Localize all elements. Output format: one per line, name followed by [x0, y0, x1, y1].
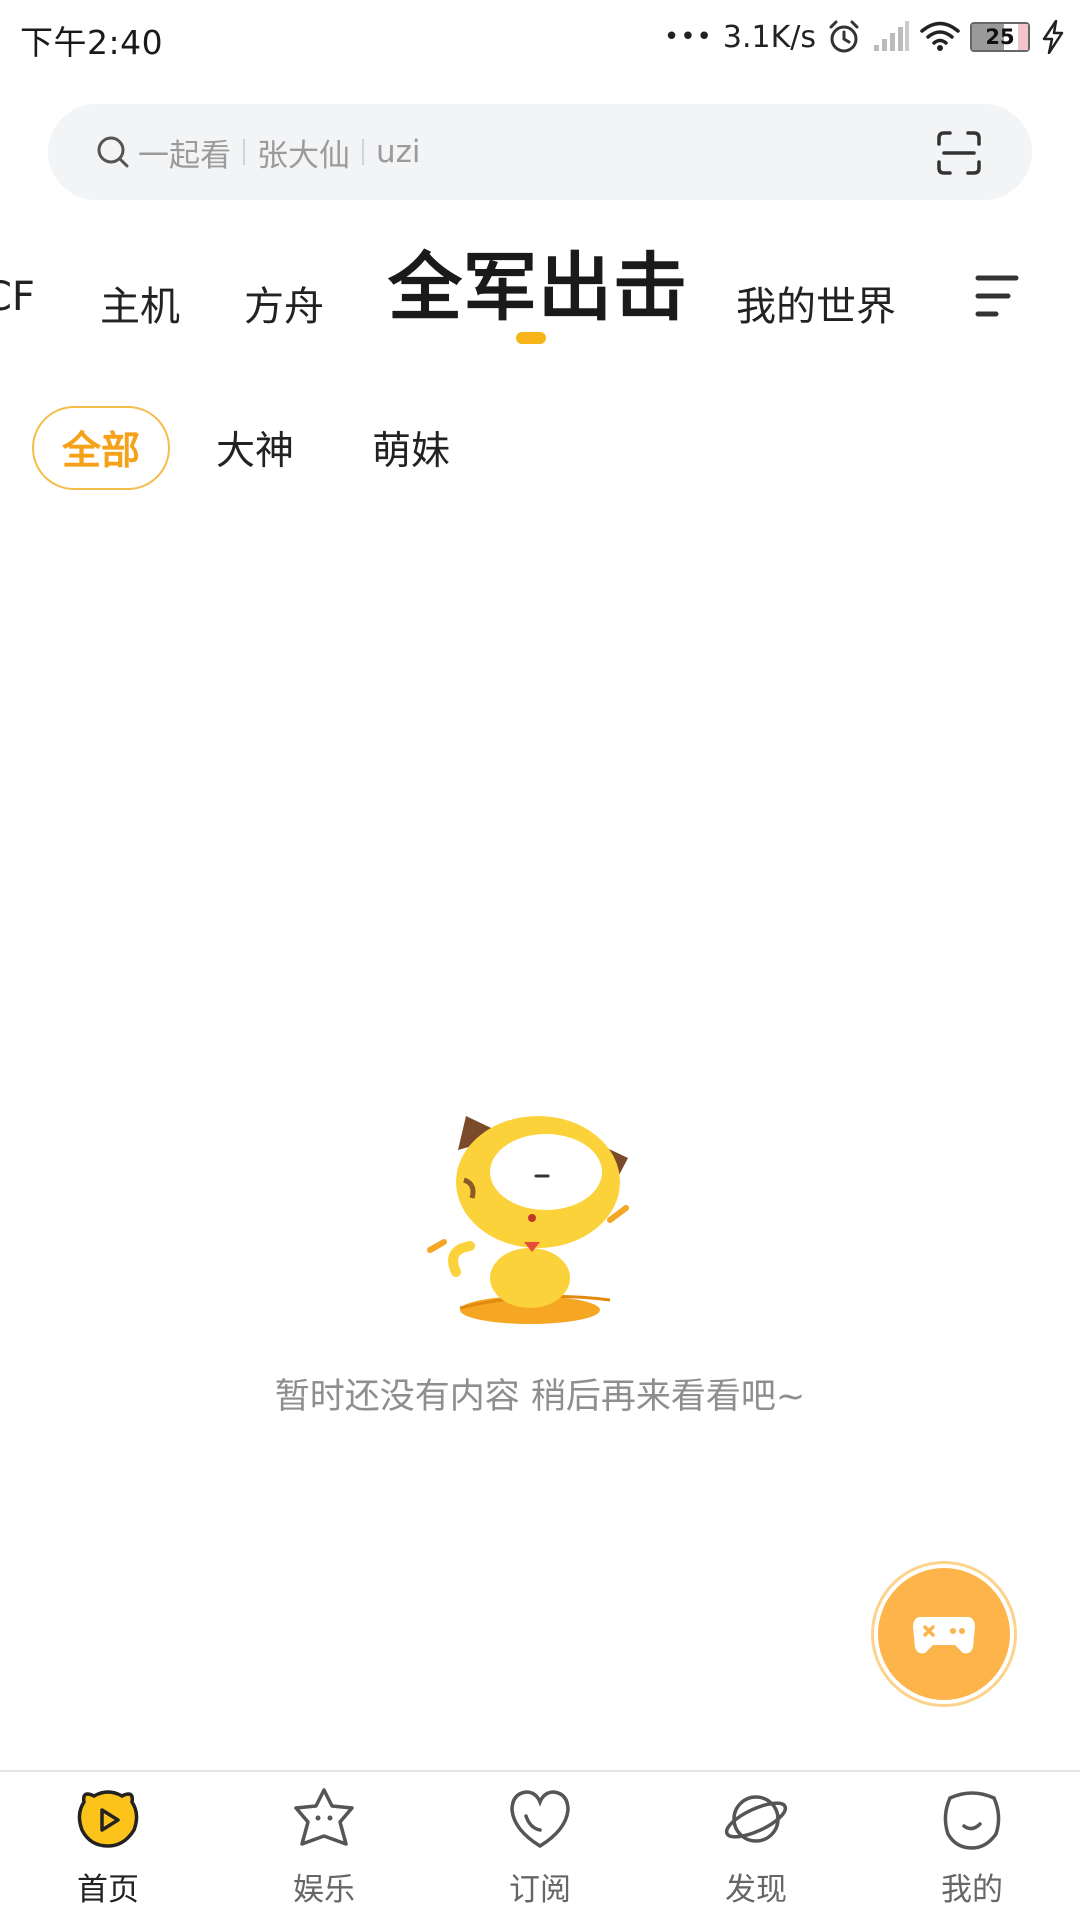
- screen: 下午2:40 ••• 3.1K/s 25 一起看 张大仙 uzi F 主机 方舟…: [0, 0, 1080, 1920]
- signal-icon: [874, 21, 909, 51]
- tab-minecraft[interactable]: 我的世界: [736, 274, 896, 332]
- nav-me[interactable]: 我的: [912, 1786, 1032, 1916]
- status-icons: ••• 3.1K/s 25: [664, 14, 1066, 60]
- chip-pro[interactable]: 大神: [216, 420, 294, 476]
- chip-all[interactable]: 全部: [32, 406, 170, 490]
- star-face-icon: [294, 1788, 354, 1846]
- planet-icon: [724, 1795, 788, 1843]
- search-hint: 一起看 张大仙 uzi: [138, 130, 421, 175]
- home-cat-play-icon: [77, 1790, 139, 1848]
- nav-home-label: 首页: [77, 1872, 139, 1908]
- nav-entertainment-label: 娱乐: [293, 1872, 355, 1908]
- search-separator: [243, 139, 245, 165]
- nav-me-label: 我的: [941, 1872, 1003, 1908]
- empty-cat-mascot-icon: [427, 1116, 629, 1324]
- chip-cute-girl[interactable]: 萌妹: [372, 420, 450, 476]
- battery-level: 25: [985, 25, 1015, 49]
- gamepad-icon: [913, 1617, 975, 1654]
- nav-subscribe-label: 订阅: [509, 1872, 571, 1908]
- game-floating-button[interactable]: [874, 1564, 1014, 1704]
- more-dots-icon: •••: [663, 22, 713, 52]
- wifi-icon: [920, 21, 960, 51]
- search-hint-2: 张大仙: [257, 137, 350, 174]
- nav-entertainment[interactable]: 娱乐: [264, 1786, 384, 1916]
- status-time: 下午2:40: [20, 23, 164, 62]
- tab-cf[interactable]: CF: [0, 274, 35, 320]
- tab-console[interactable]: 主机: [100, 274, 180, 332]
- nav-home[interactable]: 首页: [48, 1786, 168, 1916]
- heart-icon: [510, 1790, 570, 1849]
- bottom-nav: 首页 娱乐 订阅 发现 我的: [0, 1770, 1080, 1920]
- charging-bolt-icon: [1042, 20, 1064, 54]
- alarm-icon: [829, 20, 859, 53]
- tab-ark[interactable]: 方舟: [244, 274, 324, 332]
- nav-discover-label: 发现: [725, 1872, 787, 1908]
- empty-state-message: 暂时还没有内容 稍后再来看看吧~: [274, 1377, 806, 1417]
- scan-icon[interactable]: [936, 130, 982, 176]
- smiley-face-icon: [943, 1791, 1001, 1850]
- search-hint-3: uzi: [376, 134, 421, 170]
- battery-icon: 25: [970, 22, 1030, 52]
- nav-subscribe[interactable]: 订阅: [480, 1786, 600, 1916]
- search-separator: [362, 139, 364, 165]
- network-speed: 3.1K/s: [722, 19, 816, 55]
- active-tab-indicator: [516, 332, 546, 344]
- menu-icon[interactable]: [974, 272, 1020, 320]
- search-bar[interactable]: 一起看 张大仙 uzi: [48, 104, 1032, 200]
- nav-discover[interactable]: 发现: [696, 1786, 816, 1916]
- filter-chips: 全部 大神 萌妹: [32, 406, 528, 490]
- tab-active-quanjunchuji[interactable]: 全军出击: [388, 228, 688, 335]
- search-hint-1: 一起看: [138, 137, 231, 174]
- status-bar: 下午2:40 ••• 3.1K/s 25: [0, 0, 1080, 74]
- search-icon: [97, 136, 129, 168]
